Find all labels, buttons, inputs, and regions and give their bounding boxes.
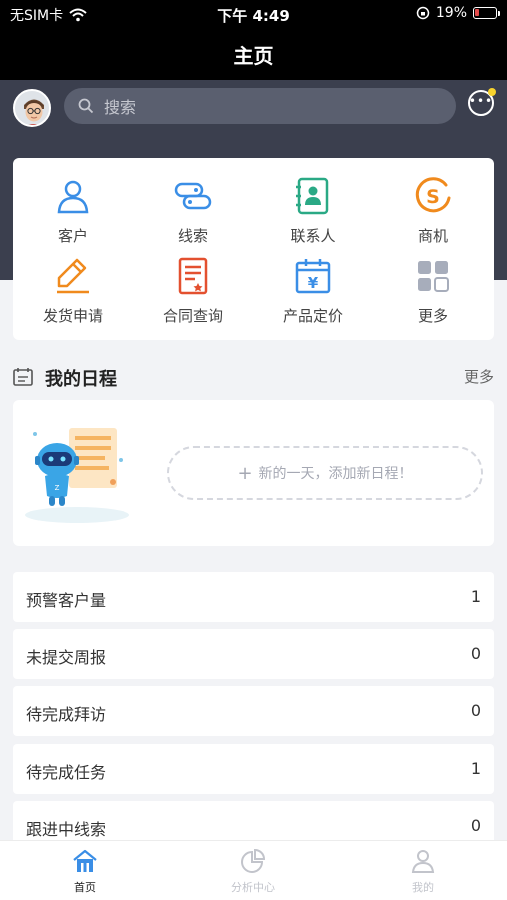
search-input[interactable]: 搜索 xyxy=(64,88,456,124)
calendar-icon xyxy=(13,368,33,386)
pie-chart-icon xyxy=(241,848,266,873)
battery-percent: 19% xyxy=(435,5,467,21)
customer-icon xyxy=(57,180,89,214)
bottom-tab-bar: 首页 分析中心 我的 xyxy=(0,840,507,900)
stat-row[interactable]: 待完成拜访 0 xyxy=(13,686,494,736)
stat-value: 0 xyxy=(470,816,481,835)
search-placeholder: 搜索 xyxy=(104,98,137,117)
opportunity-icon: S xyxy=(415,177,451,213)
user-icon xyxy=(411,850,435,873)
orientation-lock-icon xyxy=(416,6,430,20)
tab-home[interactable]: 首页 xyxy=(35,849,135,895)
tab-analysis[interactable]: 分析中心 xyxy=(203,848,303,895)
tab-me[interactable]: 我的 xyxy=(373,849,473,895)
schedule-card: Z + 新的一天，添加新日程！ xyxy=(13,400,494,546)
stat-label: 待完成任务 xyxy=(26,763,107,782)
lead-icon xyxy=(174,182,212,210)
function-customer[interactable]: 客户 xyxy=(13,176,133,256)
schedule-header: 我的日程 更多 xyxy=(13,362,494,392)
function-label: 合同查询 xyxy=(162,307,223,325)
chat-bubble-icon: ••• xyxy=(468,94,494,108)
page-title: 主页 xyxy=(233,44,274,68)
stat-value: 0 xyxy=(470,644,481,663)
svg-text:S: S xyxy=(426,186,440,208)
function-shipping-request[interactable]: 发货申请 xyxy=(13,256,133,336)
function-label: 发货申请 xyxy=(42,307,103,325)
add-schedule-button[interactable]: + 新的一天，添加新日程！ xyxy=(167,446,483,500)
shipping-request-icon xyxy=(57,258,89,294)
stat-label: 预警客户量 xyxy=(26,591,107,610)
tab-label: 我的 xyxy=(412,881,434,894)
function-label: 线索 xyxy=(177,227,208,245)
tab-label: 首页 xyxy=(74,881,96,894)
stat-label: 跟进中线索 xyxy=(26,820,107,839)
message-button[interactable]: ••• xyxy=(468,88,496,116)
svg-text:Z: Z xyxy=(55,484,60,492)
function-grid: 客户 线索 联系人 S 商机 发货申请 合同查询 ¥ 产品定价 更多 xyxy=(13,158,494,340)
notification-dot xyxy=(488,88,496,96)
more-grid-icon xyxy=(418,261,449,292)
stat-label: 待完成拜访 xyxy=(26,705,107,724)
function-lead[interactable]: 线索 xyxy=(133,176,253,256)
home-icon xyxy=(73,849,97,872)
battery-icon xyxy=(473,7,500,19)
pricing-icon: ¥ xyxy=(295,259,331,294)
stat-value: 0 xyxy=(470,701,481,720)
function-label: 联系人 xyxy=(290,227,336,245)
schedule-title: 我的日程 xyxy=(45,369,117,390)
contract-icon xyxy=(178,257,208,295)
add-schedule-text: 新的一天，添加新日程！ xyxy=(258,466,413,482)
tab-label: 分析中心 xyxy=(231,881,275,894)
function-contract[interactable]: 合同查询 xyxy=(133,256,253,336)
stat-row[interactable]: 预警客户量 1 xyxy=(13,572,494,622)
plus-icon: + xyxy=(237,462,253,484)
function-label: 产品定价 xyxy=(282,307,343,325)
function-opportunity[interactable]: S 商机 xyxy=(373,176,493,256)
stat-value: 1 xyxy=(470,759,481,778)
search-icon xyxy=(78,98,94,114)
function-label: 客户 xyxy=(57,227,88,245)
function-contact[interactable]: 联系人 xyxy=(253,176,373,256)
stat-label: 未提交周报 xyxy=(26,648,107,667)
stat-row[interactable]: 待完成任务 1 xyxy=(13,744,494,794)
robot-illustration: Z xyxy=(25,428,129,523)
status-bar: 无SIM卡 下午 4:49 19% xyxy=(0,0,507,28)
function-more[interactable]: 更多 xyxy=(373,256,493,336)
stat-row[interactable]: 未提交周报 0 xyxy=(13,629,494,679)
function-pricing[interactable]: ¥ 产品定价 xyxy=(253,256,373,336)
stat-value: 1 xyxy=(470,587,481,606)
svg-text:¥: ¥ xyxy=(308,274,319,292)
top-bar: 无SIM卡 下午 4:49 19% 主页 xyxy=(0,0,507,80)
function-label: 商机 xyxy=(417,227,448,245)
function-label: 更多 xyxy=(417,307,448,325)
avatar[interactable] xyxy=(13,89,51,127)
schedule-more-link[interactable]: 更多 xyxy=(464,366,494,387)
contact-icon xyxy=(296,177,329,215)
